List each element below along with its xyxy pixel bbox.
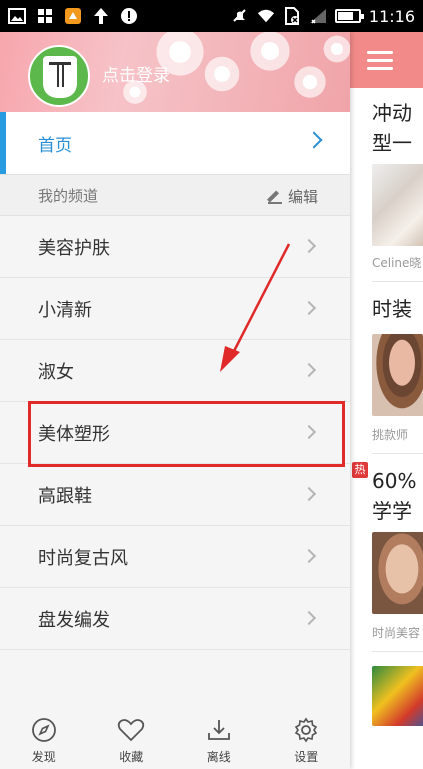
channel-label: 高跟鞋 (38, 485, 92, 507)
compass-icon (30, 716, 58, 744)
chevron-right-icon (301, 238, 317, 254)
nav-label: 发现 (31, 750, 56, 764)
edit-label: 编辑 (287, 188, 318, 206)
screen: 11:16 冲动 型一 Celine晓 时装 挑款师 热 60% 学学 时尚美容 (0, 0, 423, 769)
channel-item[interactable]: 高跟鞋 (0, 464, 350, 526)
hot-badge: 热 (352, 462, 368, 478)
signal-icon (309, 7, 327, 25)
mute-icon (231, 7, 249, 25)
chevron-right-icon (301, 300, 317, 316)
channel-item[interactable]: 盘发编发 (0, 588, 350, 650)
photo-icon (8, 7, 26, 25)
feed-card-title: 冲动 (372, 101, 412, 125)
channel-label: 时尚复古风 (38, 547, 128, 569)
channel-list: 美容护肤小清新淑女美体塑形高跟鞋时尚复古风盘发编发 (0, 216, 350, 650)
feed-card-source: 挑款师 (372, 428, 409, 442)
nav-offline[interactable]: 离线 (175, 712, 263, 769)
feed-card[interactable]: 冲动 型一 Celine晓 (350, 88, 423, 282)
channel-item[interactable]: 美体塑形 (0, 402, 350, 464)
chevron-right-icon (301, 548, 317, 564)
navigation-drawer: 点击登录 首页 我的频道 编辑 美容护肤小清新淑女美体塑形高跟鞋时尚复古风盘发编… (0, 32, 350, 769)
feed-card-source: 时尚美容 (372, 626, 421, 640)
wifi-icon (257, 7, 275, 25)
channel-label: 盘发编发 (38, 609, 110, 631)
nav-label: 收藏 (119, 750, 144, 764)
my-channels-header: 我的频道 编辑 (0, 174, 350, 216)
nav-label: 离线 (206, 750, 231, 764)
chevron-right-icon (301, 362, 317, 378)
chevron-right-icon (301, 424, 317, 440)
feed-card-image (372, 532, 423, 614)
pencil-icon (267, 190, 282, 204)
chevron-right-icon (301, 610, 317, 626)
channel-label: 美体塑形 (38, 423, 110, 445)
feed-card[interactable]: 热 60% 学学 时尚美容 (350, 454, 423, 652)
nav-item-label: 首页 (38, 135, 72, 156)
feed-card-image (372, 666, 423, 726)
channel-item[interactable]: 美容护肤 (0, 216, 350, 278)
clock: 11:16 (368, 6, 415, 26)
chevron-right-icon (301, 486, 317, 502)
status-bar: 11:16 (0, 0, 423, 32)
edit-button[interactable]: 编辑 (267, 186, 318, 207)
menu-icon[interactable] (367, 51, 393, 70)
nav-settings[interactable]: 设置 (263, 712, 351, 769)
nav-item-home[interactable]: 首页 (0, 112, 350, 174)
gear-icon (292, 716, 320, 744)
channel-label: 淑女 (38, 361, 74, 383)
feed-panel[interactable]: 冲动 型一 Celine晓 时装 挑款师 热 60% 学学 时尚美容 (350, 32, 423, 769)
channel-label: 小清新 (38, 299, 92, 321)
feed-card-title: 学学 (372, 499, 412, 523)
battery-icon (334, 9, 364, 23)
feed-card-title: 时装 (372, 297, 412, 321)
upload-arrow-icon (92, 7, 110, 25)
nav-favorites[interactable]: 收藏 (88, 712, 176, 769)
drawer-header: 点击登录 (0, 32, 350, 112)
section-title: 我的频道 (38, 186, 99, 205)
feed-card[interactable]: 时装 挑款师 (350, 282, 423, 454)
heart-icon (117, 716, 145, 744)
divider (372, 651, 423, 652)
feed-card-image (372, 164, 423, 246)
feed-card-title: 型一 (372, 131, 412, 155)
game-icon (64, 7, 82, 25)
bottom-nav: 发现 收藏 离线 设置 (0, 712, 350, 769)
channel-label: 美容护肤 (38, 237, 110, 259)
grid-icon (36, 7, 54, 25)
alert-icon (120, 7, 138, 25)
channel-item[interactable]: 时尚复古风 (0, 526, 350, 588)
channel-item[interactable]: 小清新 (0, 278, 350, 340)
login-link[interactable]: 点击登录 (102, 61, 170, 86)
download-icon (205, 716, 233, 744)
avatar[interactable] (28, 45, 90, 107)
feed-card-image (372, 334, 423, 416)
no-sim-icon (283, 7, 301, 25)
nav-label: 设置 (294, 750, 319, 764)
chevron-right-icon (305, 131, 323, 149)
channel-item[interactable]: 淑女 (0, 340, 350, 402)
feed-card-source: Celine晓 (372, 256, 422, 270)
feed-toolbar (350, 32, 423, 88)
nav-discover[interactable]: 发现 (0, 712, 88, 769)
